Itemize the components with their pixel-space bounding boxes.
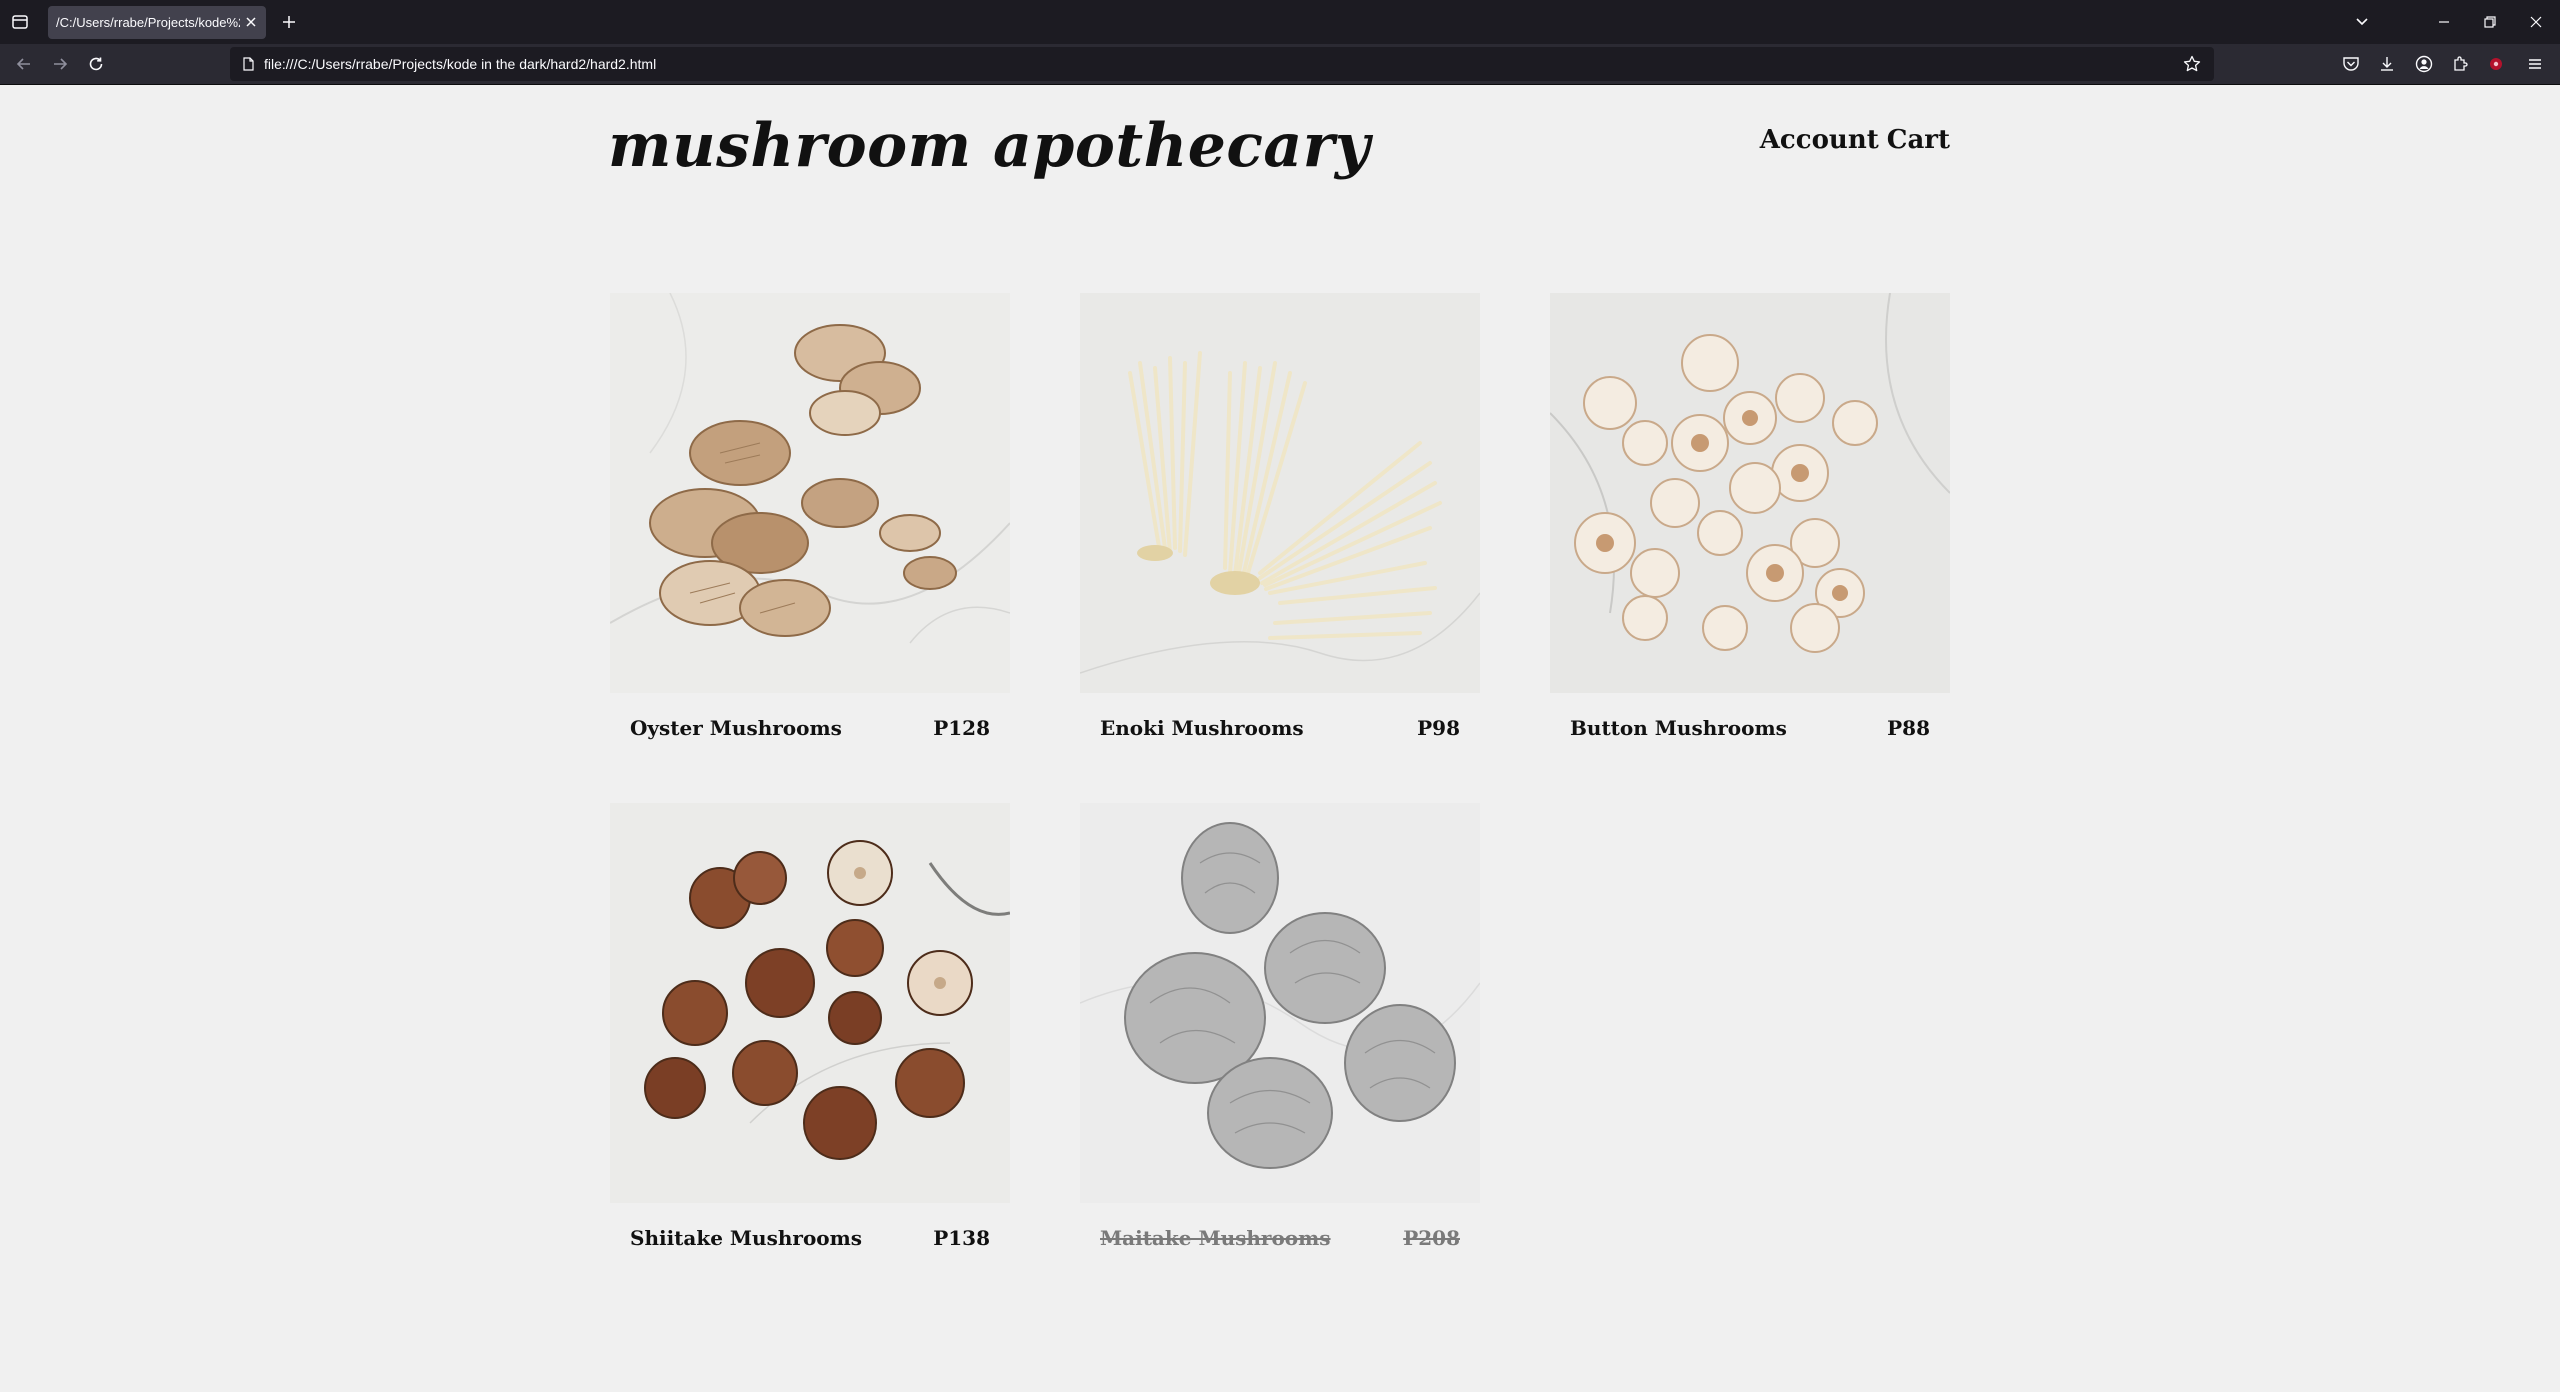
product-image-oyster[interactable] (610, 293, 1010, 693)
page-icon (240, 56, 256, 72)
browser-tab-active[interactable]: /C:/Users/rrabe/Projects/kode%20in (48, 6, 266, 39)
extensions-icon[interactable] (2449, 53, 2471, 75)
product-card[interactable]: Oyster Mushrooms P128 (610, 293, 1010, 763)
list-all-tabs-chevron-icon[interactable] (2348, 8, 2376, 36)
close-window-icon[interactable] (2522, 8, 2550, 36)
product-card-sold-out[interactable]: Maitake Mushrooms P208 (1080, 803, 1480, 1273)
header-nav: Account Cart (1700, 120, 1950, 160)
product-price: P208 (1403, 1226, 1460, 1250)
product-price: P98 (1417, 716, 1460, 740)
product-image-shiitake[interactable] (610, 803, 1010, 1203)
url-text: file:///C:/Users/rrabe/Projects/kode in … (264, 56, 657, 72)
product-card[interactable]: Enoki Mushrooms P98 (1080, 293, 1480, 763)
minimize-icon[interactable] (2430, 8, 2458, 36)
new-tab-plus-icon[interactable] (278, 11, 300, 33)
browser-nav-bar: file:///C:/Users/rrabe/Projects/kode in … (0, 44, 2560, 85)
product-name[interactable]: Enoki Mushrooms (1100, 713, 1304, 743)
product-name[interactable]: Button Mushrooms (1570, 713, 1787, 743)
bookmark-star-icon[interactable] (2182, 54, 2202, 74)
hamburger-menu-icon[interactable] (2524, 53, 2546, 75)
reload-icon[interactable] (84, 52, 108, 76)
product-price: P138 (933, 1226, 990, 1250)
product-price: P128 (933, 716, 990, 740)
restore-icon[interactable] (2476, 8, 2504, 36)
product-image-maitake[interactable] (1080, 803, 1480, 1203)
product-image-enoki[interactable] (1080, 293, 1480, 693)
browser-tab-bar: /C:/Users/rrabe/Projects/kode%20in (0, 0, 2560, 44)
product-image-button[interactable] (1550, 293, 1950, 693)
cart-link[interactable]: Cart (1887, 125, 1950, 155)
product-name[interactable]: Oyster Mushrooms (630, 713, 842, 743)
tab-title: /C:/Users/rrabe/Projects/kode%20in (56, 15, 240, 30)
product-name[interactable]: Shiitake Mushrooms (630, 1223, 862, 1253)
firefox-view-icon[interactable] (8, 10, 32, 34)
account-link[interactable]: Account (1760, 125, 1879, 155)
product-card[interactable]: Shiitake Mushrooms P138 (610, 803, 1010, 1273)
back-arrow-icon[interactable] (12, 52, 36, 76)
url-bar[interactable]: file:///C:/Users/rrabe/Projects/kode in … (230, 47, 2214, 81)
forward-arrow-icon[interactable] (48, 52, 72, 76)
pocket-icon[interactable] (2340, 53, 2362, 75)
account-icon[interactable] (2413, 53, 2435, 75)
product-name: Maitake Mushrooms (1100, 1226, 1331, 1250)
site-title: mushroom apothecary (608, 111, 1371, 181)
product-price: P88 (1887, 716, 1930, 740)
extension-badge-icon[interactable] (2485, 53, 2507, 75)
product-card[interactable]: Button Mushrooms P88 (1550, 293, 1950, 763)
downloads-icon[interactable] (2376, 53, 2398, 75)
close-icon[interactable] (243, 14, 259, 30)
